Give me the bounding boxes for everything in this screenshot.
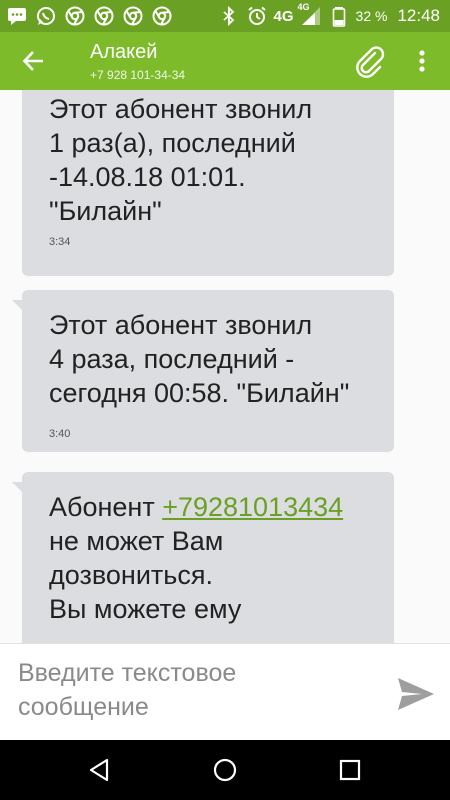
square-recents-icon (339, 759, 361, 781)
message-line: 4 раза, последний - (49, 344, 295, 374)
circle-home-icon (213, 758, 237, 782)
message-line: Вы можете ему (49, 594, 242, 624)
message-line: дозвониться. (49, 560, 213, 590)
message-bubble[interactable]: Этот абонент звонил 1 раз(а), последний … (22, 90, 394, 276)
message-icon (6, 5, 28, 27)
arrow-left-icon (22, 51, 43, 71)
nav-home-button[interactable] (207, 752, 243, 788)
message-line: Этот абонент звонил (49, 94, 313, 124)
bubble-tail (12, 300, 24, 312)
network-type-superscript: 4G (297, 2, 310, 12)
bubble-tail (12, 482, 24, 494)
message-text: Этот абонент звонил 1 раз(а), последний … (49, 92, 389, 228)
status-time: 12:48 (397, 6, 440, 25)
attach-button[interactable] (352, 42, 388, 80)
message-line: -14.08.18 01:01. (49, 162, 246, 192)
alarm-icon (246, 5, 268, 27)
message-time: 3:40 (49, 428, 71, 440)
send-icon (398, 678, 434, 710)
app-bar: Алакей +7 928 101-34-34 (0, 32, 450, 90)
system-indicators: 4G 4G 32 % 12:48 (218, 2, 440, 28)
whatsapp-icon (35, 5, 57, 27)
message-input[interactable] (18, 656, 358, 728)
back-button[interactable] (16, 44, 52, 78)
status-bar: 4G 4G 32 % 12:48 (0, 0, 450, 32)
message-bubble[interactable]: Этот абонент звонил 4 раза, последний - … (12, 290, 394, 452)
message-bubble[interactable]: Абонент +79281013434 не может Вам дозвон… (12, 472, 394, 643)
message-line: 1 раз(а), последний (49, 128, 296, 158)
message-line: сегодня 00:58. "Билайн" (49, 378, 350, 408)
nav-recents-button[interactable] (332, 752, 368, 788)
battery-icon (328, 5, 350, 27)
paperclip-icon (356, 46, 385, 78)
chrome-icon (151, 5, 173, 27)
network-type-label: 4G (273, 7, 294, 25)
overflow-menu-button[interactable] (408, 44, 436, 78)
message-text-prefix: Абонент (49, 492, 163, 522)
message-line: не может Вам (49, 526, 224, 556)
chrome-icon (93, 5, 115, 27)
phone-number-link[interactable]: +79281013434 (162, 492, 343, 522)
contact-name: Алакей (90, 41, 158, 63)
bluetooth-icon (218, 5, 240, 27)
more-vert-icon (419, 50, 425, 72)
triangle-back-icon (89, 758, 109, 782)
send-button[interactable] (392, 674, 440, 714)
chrome-icon (122, 5, 144, 27)
navigation-bar (0, 740, 450, 800)
message-line: "Билайн" (49, 196, 162, 226)
message-line: Этот абонент звонил (49, 310, 313, 340)
conversation-list[interactable]: Этот абонент звонил 1 раз(а), последний … (0, 90, 450, 643)
compose-bar (0, 643, 450, 740)
signal-icon: 4G (297, 2, 322, 27)
battery-percent: 32 % (355, 8, 388, 24)
message-text: Абонент +79281013434 не может Вам дозвон… (49, 490, 389, 626)
chrome-icon (64, 5, 86, 27)
message-line: Абонент +79281013434 (49, 490, 389, 524)
notification-icons (6, 4, 173, 28)
message-text: Этот абонент звонил 4 раза, последний - … (49, 308, 389, 410)
message-time: 3:34 (49, 236, 71, 248)
contact-number: +7 928 101-34-34 (90, 68, 186, 82)
nav-back-button[interactable] (82, 752, 118, 788)
